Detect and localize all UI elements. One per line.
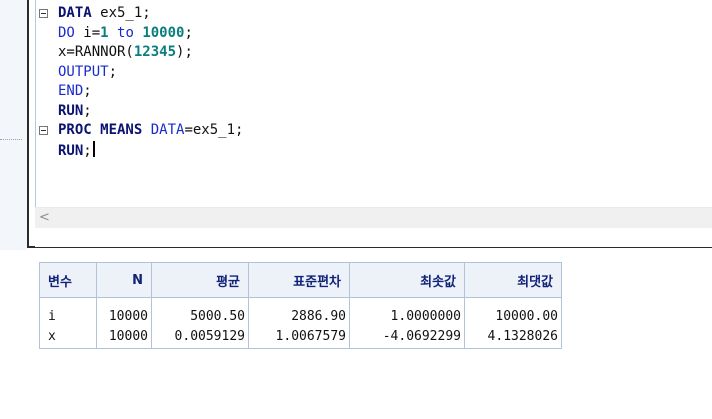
- cell-mean: 0.0059129: [151, 326, 249, 349]
- scroll-left-arrow-icon[interactable]: <: [39, 210, 50, 225]
- cell-min: 1.0000000: [349, 297, 465, 326]
- code-token: ;: [108, 63, 118, 80]
- cell-stddev: 2886.90: [248, 297, 350, 326]
- code-token: ex5_1;: [91, 5, 151, 21]
- code-token: ;: [83, 83, 92, 99]
- code-token: 1: [100, 24, 109, 41]
- code-token: OUTPUT: [58, 63, 109, 80]
- left-gutter: [0, 0, 27, 250]
- code-line[interactable]: PROC MEANS DATA=ex5_1;: [39, 121, 244, 141]
- code-line[interactable]: x=RANNOR(12345);: [58, 43, 243, 63]
- code-token: DO: [58, 24, 75, 41]
- cell-variable: x: [39, 326, 97, 349]
- cell-n: 10000: [96, 326, 152, 349]
- code-token: ;: [184, 24, 193, 41]
- code-token: DATA: [58, 5, 92, 21]
- code-token: PROC MEANS: [58, 122, 143, 138]
- code-token: to: [108, 24, 143, 41]
- code-line[interactable]: OUTPUT;: [58, 63, 243, 83]
- code-line[interactable]: END;: [58, 82, 243, 102]
- cell-max: 10000.00: [464, 297, 562, 326]
- code-line[interactable]: RUN;: [58, 102, 243, 122]
- code-line[interactable]: RUN;: [58, 140, 243, 161]
- code-token: 12345: [133, 44, 177, 60]
- col-header-min: 최솟값: [349, 262, 465, 298]
- col-header-mean: 평균: [151, 262, 249, 298]
- table-row: i 10000 5000.50 2886.90 1.0000000 10000.…: [39, 297, 562, 326]
- gutter-divider: [0, 139, 22, 141]
- means-results-table: 변수 N 평균 표준편차 최솟값 최댓값 i 10000 5000.50 288…: [39, 262, 562, 349]
- fold-collapse-icon[interactable]: [39, 9, 48, 18]
- code-token: ;: [83, 102, 92, 119]
- scrollbar-track[interactable]: <: [35, 208, 712, 228]
- cell-n: 10000: [96, 297, 152, 326]
- cell-min: -4.0692299: [349, 326, 465, 349]
- code-token: DATA: [150, 122, 185, 138]
- cell-max: 4.1328026: [464, 326, 562, 349]
- cell-variable: i: [39, 297, 97, 326]
- code-editor[interactable]: DATA ex5_1; DO i=1 to 10000; x=RANNOR(1234…: [27, 0, 712, 248]
- text-caret: [92, 140, 95, 157]
- code-token: END: [58, 83, 84, 99]
- fold-collapse-icon[interactable]: [39, 126, 48, 135]
- table-header-row: 변수 N 평균 표준편차 최솟값 최댓값: [39, 262, 562, 298]
- cell-stddev: 1.0067579: [248, 326, 350, 349]
- code-token: RUN: [58, 142, 84, 159]
- editor-text-area[interactable]: DATA ex5_1; DO i=1 to 10000; x=RANNOR(1234…: [35, 0, 712, 207]
- code-token: i=: [74, 24, 101, 41]
- code-token: x=RANNOR(: [58, 44, 134, 60]
- col-header-stddev: 표준편차: [248, 262, 350, 298]
- code-token: ;: [83, 142, 92, 159]
- horizontal-scrollbar[interactable]: <: [35, 207, 712, 247]
- code-token: 10000: [142, 24, 185, 41]
- code-token: =ex5_1;: [184, 122, 244, 138]
- code-lines[interactable]: DATA ex5_1; DO i=1 to 10000; x=RANNOR(1234…: [39, 4, 244, 161]
- col-header-n: N: [96, 262, 152, 298]
- code-token: );: [176, 44, 193, 60]
- table-row: x 10000 0.0059129 1.0067579 -4.0692299 4…: [39, 326, 562, 349]
- code-token: RUN: [58, 102, 84, 119]
- col-header-max: 최댓값: [464, 262, 562, 298]
- code-line[interactable]: DATA ex5_1;: [39, 4, 243, 24]
- code-line[interactable]: DO i=1 to 10000;: [58, 24, 243, 44]
- col-header-variable: 변수: [39, 262, 97, 298]
- cell-mean: 5000.50: [151, 297, 249, 326]
